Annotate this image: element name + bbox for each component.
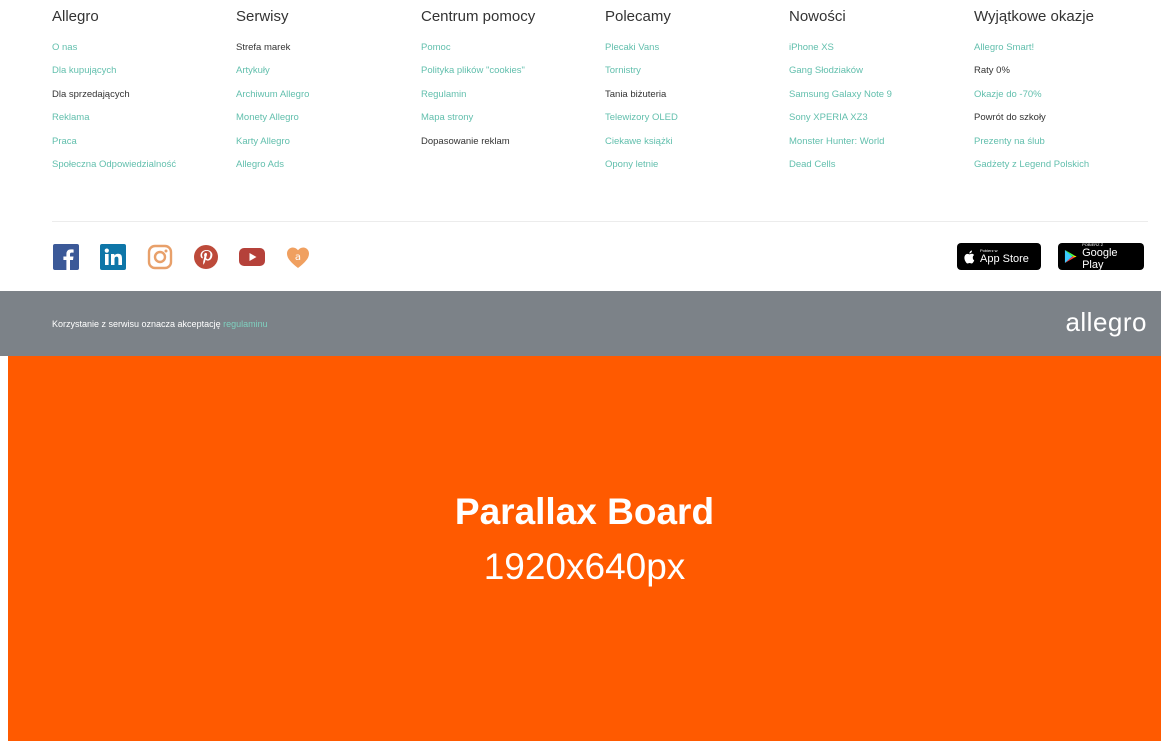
facebook-icon[interactable] [52,243,80,271]
footer-link[interactable]: Samsung Galaxy Note 9 [789,88,892,111]
footer-link[interactable]: Okazje do -70% [974,88,1089,111]
column-links: O nas Dla kupujących Dla sprzedających R… [52,41,176,181]
legal-statement: Korzystanie z serwisu oznacza akceptację [52,319,224,329]
footer-link[interactable]: O nas [52,41,176,64]
footer-link[interactable]: Gang Słodziaków [789,64,892,87]
google-play-icon [1064,249,1077,264]
footer-link[interactable]: Dopasowanie reklam [421,135,525,158]
column-title: Nowości [789,8,846,25]
linkedin-icon[interactable] [99,243,127,271]
footer-link[interactable]: Polityka plików "cookies" [421,64,525,87]
app-store-text: Pobierz w App Store [980,248,1029,265]
app-store-button[interactable]: Pobierz w App Store [957,243,1041,270]
footer-link[interactable]: Gadżety z Legend Polskich [974,158,1089,181]
footer-link[interactable]: Plecaki Vans [605,41,678,64]
footer-link[interactable]: Strefa marek [236,41,309,64]
svg-text:a: a [295,252,301,263]
footer-links: Allegro O nas Dla kupujących Dla sprzeda… [0,0,1161,222]
footer-link[interactable]: Powrót do szkoły [974,111,1089,134]
footer-link[interactable]: Opony letnie [605,158,678,181]
terms-link[interactable]: regulaminu [223,319,268,329]
footer-link[interactable]: Społeczna Odpowiedzialność [52,158,176,181]
footer-link[interactable]: Reklama [52,111,176,134]
parallax-board: Parallax Board 1920x640px [8,356,1161,741]
column-title: Allegro [52,8,99,25]
footer-link[interactable]: Dla kupujących [52,64,176,87]
legal-bar: Korzystanie z serwisu oznacza akceptację… [0,291,1161,356]
footer-link[interactable]: Archiwum Allegro [236,88,309,111]
instagram-icon[interactable] [146,243,174,271]
legal-text: Korzystanie z serwisu oznacza akceptację… [52,319,268,329]
youtube-icon[interactable] [238,243,266,271]
footer-link[interactable]: Ciekawe książki [605,135,678,158]
column-links: Pomoc Polityka plików "cookies" Regulami… [421,41,525,158]
footer-link[interactable]: Dead Cells [789,158,892,181]
parallax-title: Parallax Board [454,491,715,532]
footer-link[interactable]: Allegro Smart! [974,41,1089,64]
footer-link[interactable]: Pomoc [421,41,525,64]
apple-icon [964,250,975,263]
allegro-logo[interactable]: allegro [1065,307,1147,338]
google-play-label: Google Play [1082,247,1118,271]
app-store-label: App Store [980,253,1029,265]
google-play-button[interactable]: POBIERZ Z Google Play [1058,242,1144,271]
footer-link[interactable]: Telewizory OLED [605,111,678,134]
footer-link[interactable]: Tornistry [605,64,678,87]
footer-link[interactable]: Raty 0% [974,64,1089,87]
column-links: Strefa marek Artykuły Archiwum Allegro M… [236,41,309,181]
column-links: iPhone XS Gang Słodziaków Samsung Galaxy… [789,41,892,181]
footer-link[interactable]: Regulamin [421,88,525,111]
footer-link[interactable]: Monety Allegro [236,111,309,134]
column-links: Allegro Smart! Raty 0% Okazje do -70% Po… [974,41,1089,181]
footer-link[interactable]: Tania biżuteria [605,88,678,111]
footer-link[interactable]: Artykuły [236,64,309,87]
footer-divider [52,221,1148,222]
footer-link[interactable]: Praca [52,135,176,158]
footer-link[interactable]: Mapa strony [421,111,525,134]
footer-link[interactable]: Prezenty na ślub [974,135,1089,158]
column-title: Serwisy [236,8,289,25]
footer-link[interactable]: iPhone XS [789,41,892,64]
allegro-heart-icon[interactable]: a [284,243,312,271]
google-play-text: POBIERZ Z Google Play [1082,242,1138,271]
footer-link[interactable]: Allegro Ads [236,158,309,181]
column-title: Centrum pomocy [421,8,536,25]
footer-link[interactable]: Sony XPERIA XZ3 [789,111,892,134]
column-links: Plecaki Vans Tornistry Tania biżuteria T… [605,41,678,181]
column-title: Polecamy [605,8,671,25]
pinterest-icon[interactable] [192,243,220,271]
parallax-subtitle: 1920x640px [483,546,686,587]
column-title: Wyjątkowe okazje [974,8,1094,25]
footer-link[interactable]: Monster Hunter: World [789,135,892,158]
footer-link[interactable]: Dla sprzedających [52,88,176,111]
footer-link[interactable]: Karty Allegro [236,135,309,158]
